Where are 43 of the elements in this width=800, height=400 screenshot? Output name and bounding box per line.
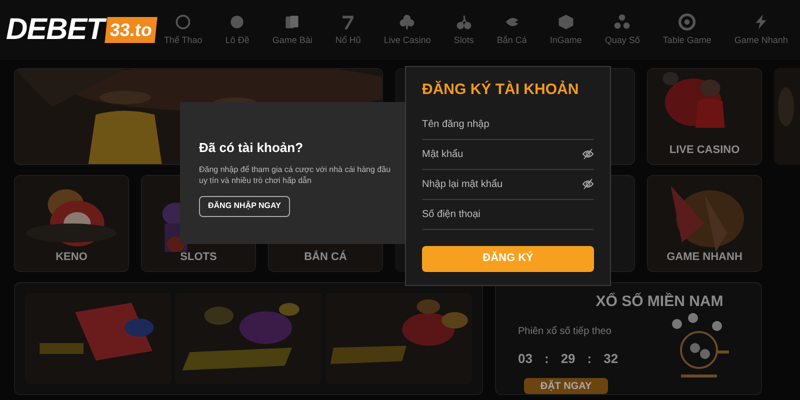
ball-icon: [174, 12, 192, 31]
nav-item[interactable]: InGame: [550, 12, 582, 48]
game-label[interactable]: BẮN CÁ: [304, 248, 347, 265]
countdown-text: :: [587, 350, 592, 368]
nav-item[interactable]: Live Casino: [384, 12, 431, 48]
eye-off-icon[interactable]: [582, 178, 594, 190]
nav-item[interactable]: Game Nhanh: [734, 12, 788, 48]
club-icon: [398, 12, 416, 31]
game-label[interactable]: GAME NHANH: [666, 248, 742, 265]
input-field[interactable]: Số điện thoại: [422, 206, 594, 222]
input-field[interactable]: Nhập lại mật khẩu: [422, 176, 582, 192]
login-title: Đã có tài khoản?: [199, 139, 304, 157]
register-title: ĐĂNG KÝ TÀI KHOẢN: [422, 80, 580, 100]
input-field[interactable]: Mật khẩu: [422, 146, 582, 162]
logo[interactable]: DEBET 33.to: [6, 15, 156, 45]
game-label[interactable]: SLOTS: [180, 248, 217, 265]
nav-item[interactable]: Bắn Cá: [496, 12, 527, 48]
register-button[interactable]: ĐĂNG KÝ: [422, 246, 594, 272]
countdown-text: 29: [560, 350, 576, 368]
nav-item[interactable]: Quay Số: [604, 12, 640, 48]
cherry-icon: [454, 12, 473, 31]
login-description: Đăng nhập để tham gia cá cược với nhà cái hàng đầu uy tín và nhiều trò chơi hấp dẫn: [199, 164, 392, 186]
countdown-text: 32: [604, 350, 618, 368]
eye-off-icon[interactable]: [582, 148, 594, 160]
balls-icon: [613, 12, 632, 31]
lottery-subtitle: Phiên xổ số tiếp theo: [518, 324, 612, 338]
game-label[interactable]: KENO: [56, 248, 88, 265]
nav-item[interactable]: Table Game: [662, 12, 712, 48]
countdown-text: :: [544, 350, 549, 368]
game-label[interactable]: LIVE CASINO: [669, 142, 740, 158]
lottery-title: XỔ SỐ MIỀN NAM: [596, 292, 724, 312]
chip-icon: [678, 12, 696, 31]
nav-item[interactable]: Slots: [454, 12, 474, 48]
nav-item[interactable]: Game Bài: [272, 12, 312, 48]
nav-item[interactable]: Thể Thao: [164, 12, 202, 48]
ball-icon: [228, 12, 246, 31]
nav-item[interactable]: Lô Đề: [225, 12, 250, 48]
countdown-text: 03: [518, 350, 532, 368]
nav-item[interactable]: Nổ Hũ: [335, 12, 361, 48]
cards-icon: [283, 12, 302, 31]
input-field[interactable]: Tên đăng nhập: [422, 116, 594, 132]
bet-now-button[interactable]: ĐẶT NGAY: [524, 378, 608, 394]
login-now-button[interactable]: ĐĂNG NHẬP NGAY: [199, 196, 290, 216]
